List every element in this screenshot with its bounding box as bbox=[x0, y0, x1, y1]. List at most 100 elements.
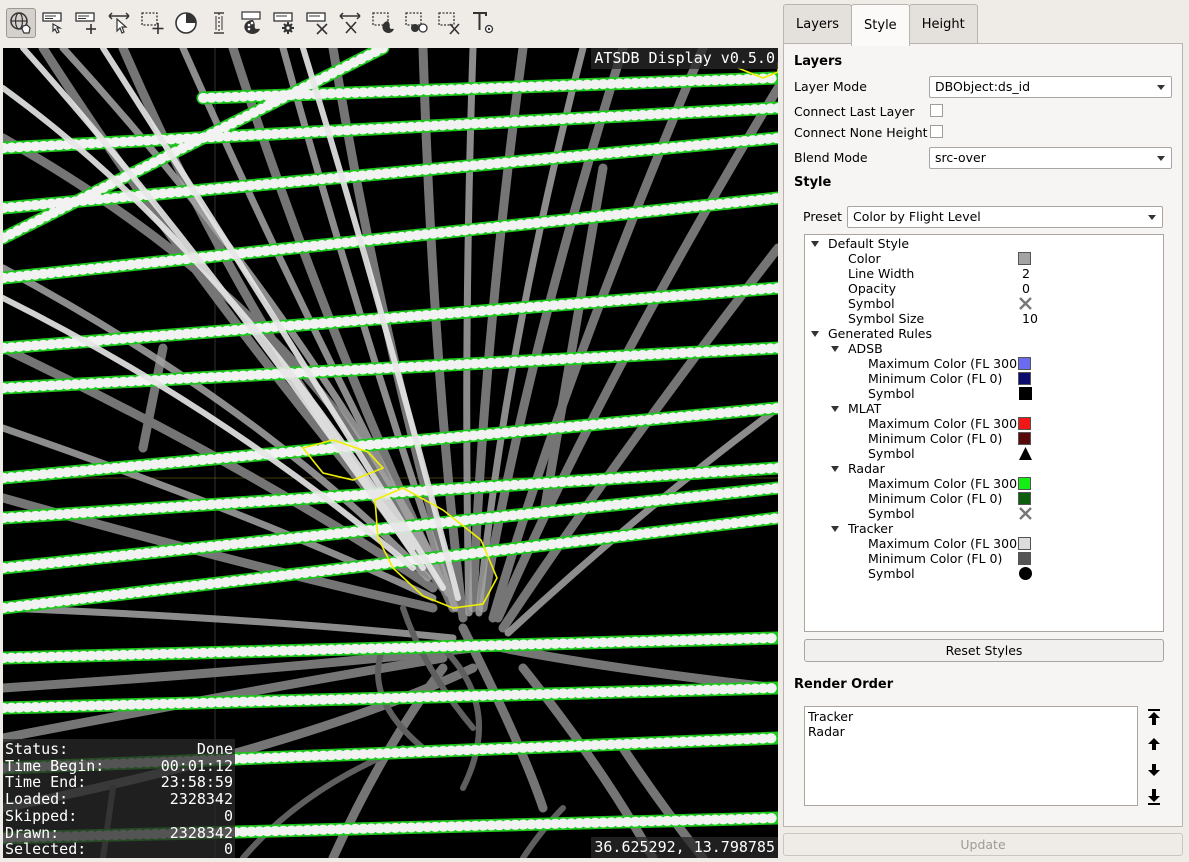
style-tool-button[interactable] bbox=[237, 8, 267, 38]
stat-row: Time Begin: 00:01:12 bbox=[5, 756, 233, 775]
render-order-list[interactable]: Tracker Radar bbox=[804, 706, 1138, 806]
list-item[interactable]: Radar bbox=[808, 724, 1134, 739]
connect-none-height-label: Connect None Height bbox=[794, 125, 928, 140]
triangle-icon[interactable] bbox=[1018, 446, 1033, 461]
label-gear-icon bbox=[273, 12, 294, 34]
mlat-min-color-swatch[interactable] bbox=[1018, 432, 1031, 445]
update-button[interactable]: Update bbox=[783, 833, 1183, 856]
text-tool-icon bbox=[473, 12, 494, 34]
tree-item-radar[interactable]: Radar bbox=[805, 461, 1163, 476]
tree-item-tracker-min-color[interactable]: Minimum Color (FL 0) bbox=[868, 551, 1002, 566]
tab-height[interactable]: Height bbox=[908, 4, 978, 44]
select-rect-plus-icon bbox=[141, 12, 164, 34]
tree-item-default-style[interactable]: Default Style bbox=[805, 236, 1163, 251]
select-invert-tool-button[interactable] bbox=[402, 8, 432, 38]
tree-item-adsb[interactable]: ADSB bbox=[805, 341, 1163, 356]
tree-item-tracker-symbol[interactable]: Symbol bbox=[868, 566, 915, 581]
style-tree[interactable]: Default Style Color Line Width 2 Opacity… bbox=[804, 234, 1164, 632]
tree-item-symbol-size[interactable]: Symbol Size bbox=[848, 311, 924, 326]
label-tool-button[interactable] bbox=[39, 8, 69, 38]
stat-row: Status: Done bbox=[5, 740, 233, 759]
tree-item-generated-rules[interactable]: Generated Rules bbox=[805, 326, 1163, 341]
select-rect-tool-button[interactable] bbox=[138, 8, 168, 38]
tree-item-adsb-max-color[interactable]: Maximum Color (FL 300) bbox=[868, 356, 1022, 371]
globe-hand-icon bbox=[10, 12, 31, 34]
preset-select[interactable]: Color by Flight Level bbox=[847, 206, 1163, 228]
tree-item-mlat[interactable]: MLAT bbox=[805, 401, 1163, 416]
chevron-down-icon bbox=[1157, 85, 1165, 90]
expand-arrow-icon bbox=[831, 466, 839, 472]
tree-item-mlat-max-color[interactable]: Maximum Color (FL 300) bbox=[868, 416, 1022, 431]
tree-item-adsb-symbol[interactable]: Symbol bbox=[868, 386, 915, 401]
label-move-tool-button[interactable] bbox=[105, 8, 135, 38]
tree-item-symbol[interactable]: Symbol bbox=[848, 296, 895, 311]
label-x-icon bbox=[306, 12, 328, 35]
default-color-swatch[interactable] bbox=[1018, 252, 1031, 265]
line-width-value[interactable]: 2 bbox=[1022, 266, 1030, 281]
square-icon[interactable] bbox=[1018, 386, 1033, 401]
radar-min-color-swatch[interactable] bbox=[1018, 492, 1031, 505]
move-down-icon[interactable] bbox=[1146, 761, 1162, 779]
move-to-top-icon[interactable] bbox=[1146, 708, 1162, 726]
measure-tool-button[interactable] bbox=[204, 8, 234, 38]
tree-item-radar-symbol[interactable]: Symbol bbox=[868, 506, 915, 521]
tab-style[interactable]: Style bbox=[851, 4, 910, 46]
reset-styles-button[interactable]: Reset Styles bbox=[804, 639, 1164, 662]
tree-item-opacity[interactable]: Opacity bbox=[848, 281, 896, 296]
radar-max-color-swatch[interactable] bbox=[1018, 477, 1031, 490]
select-x-icon bbox=[438, 12, 460, 35]
opacity-value[interactable]: 0 bbox=[1022, 281, 1030, 296]
label-plus-icon bbox=[75, 12, 96, 34]
x-cross-icon[interactable] bbox=[1018, 296, 1033, 311]
connect-none-height-checkbox[interactable] bbox=[930, 125, 943, 138]
cursor-coordinates: 36.625292, 13.798785 bbox=[591, 837, 778, 858]
style-section-title: Style bbox=[794, 175, 832, 190]
text-tool-button[interactable] bbox=[468, 8, 498, 38]
tracker-max-color-swatch[interactable] bbox=[1018, 537, 1031, 550]
x-cross-icon[interactable] bbox=[1018, 506, 1033, 521]
tree-item-radar-max-color[interactable]: Maximum Color (FL 300) bbox=[868, 476, 1022, 491]
adsb-min-color-swatch[interactable] bbox=[1018, 372, 1031, 385]
select-clear-tool-button[interactable] bbox=[435, 8, 465, 38]
move-clear-tool-button[interactable] bbox=[336, 8, 366, 38]
symbol-size-value[interactable]: 10 bbox=[1022, 311, 1038, 326]
version-label: ATSDB Display v0.5.0 bbox=[591, 48, 778, 69]
select-invert-icon bbox=[405, 12, 428, 33]
render-order-title: Render Order bbox=[794, 677, 894, 692]
tree-item-tracker-max-color[interactable]: Maximum Color (FL 300) bbox=[868, 536, 1022, 551]
chevron-down-icon bbox=[1148, 215, 1156, 220]
circle-icon[interactable] bbox=[1018, 566, 1033, 581]
navigate-tool-button[interactable] bbox=[6, 8, 36, 38]
adsb-max-color-swatch[interactable] bbox=[1018, 357, 1031, 370]
map-3d-view[interactable]: ATSDB Display v0.5.0 36.625292, 13.79878… bbox=[3, 48, 778, 858]
layer-mode-select[interactable]: DBObject:ds_id bbox=[929, 76, 1172, 98]
move-to-bottom-icon[interactable] bbox=[1146, 788, 1162, 806]
tree-item-radar-min-color[interactable]: Minimum Color (FL 0) bbox=[868, 491, 1002, 506]
height-measure-icon bbox=[214, 12, 224, 34]
label-hand-icon bbox=[42, 12, 63, 34]
select-style-tool-button[interactable] bbox=[369, 8, 399, 38]
tree-item-mlat-min-color[interactable]: Minimum Color (FL 0) bbox=[868, 431, 1002, 446]
label-add-tool-button[interactable] bbox=[72, 8, 102, 38]
blend-mode-select[interactable]: src-over bbox=[929, 147, 1172, 169]
stat-row: Skipped: 0 bbox=[5, 806, 233, 825]
label-settings-tool-button[interactable] bbox=[270, 8, 300, 38]
stat-row: Time End: 23:58:59 bbox=[5, 773, 233, 792]
tree-item-color[interactable]: Color bbox=[848, 251, 881, 266]
move-up-icon[interactable] bbox=[1146, 735, 1162, 753]
time-tool-button[interactable] bbox=[171, 8, 201, 38]
tree-item-adsb-min-color[interactable]: Minimum Color (FL 0) bbox=[868, 371, 1002, 386]
label-clear-tool-button[interactable] bbox=[303, 8, 333, 38]
tree-item-line-width[interactable]: Line Width bbox=[848, 266, 914, 281]
stat-row: Drawn: 2328342 bbox=[5, 823, 233, 842]
tree-item-mlat-symbol[interactable]: Symbol bbox=[868, 446, 915, 461]
expand-arrow-icon bbox=[811, 331, 819, 337]
tree-item-tracker[interactable]: Tracker bbox=[805, 521, 1163, 536]
mlat-max-color-swatch[interactable] bbox=[1018, 417, 1031, 430]
connect-last-layer-checkbox[interactable] bbox=[930, 104, 943, 117]
tab-layers[interactable]: Layers bbox=[783, 4, 853, 44]
stat-row: Selected: 0 bbox=[5, 840, 233, 858]
list-item[interactable]: Tracker bbox=[808, 709, 1134, 724]
tracker-min-color-swatch[interactable] bbox=[1018, 552, 1031, 565]
select-palette-icon bbox=[372, 12, 394, 33]
